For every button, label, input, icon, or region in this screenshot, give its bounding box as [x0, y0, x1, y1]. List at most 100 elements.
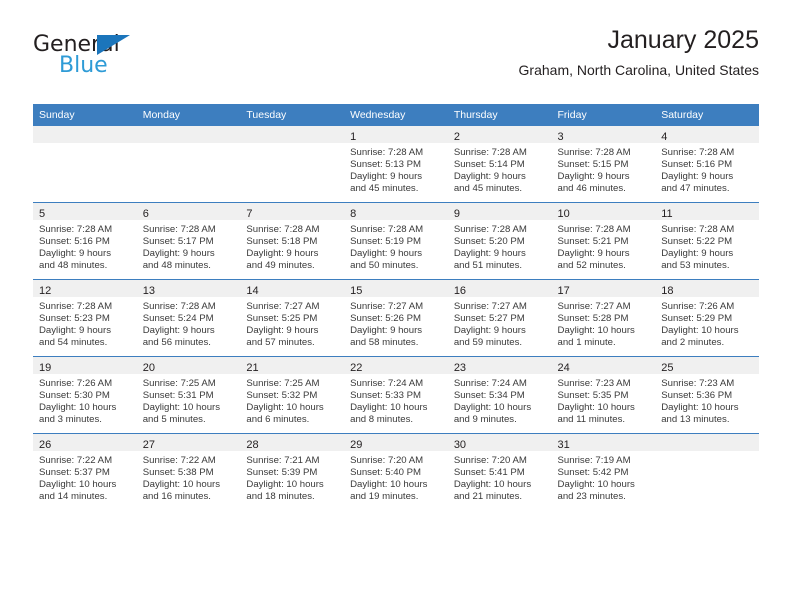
- general-blue-logo[interactable]: General Blue: [33, 34, 233, 90]
- daylight-text-line1: Daylight: 10 hours: [142, 479, 221, 491]
- calendar-day-cell[interactable]: 18 Sunrise: 7:26 AM Sunset: 5:29 PM Dayligh…: [655, 279, 759, 357]
- calendar-day-cell[interactable]: 22 Sunrise: 7:24 AM Sunset: 5:33 PM Dayligh…: [344, 356, 448, 434]
- daylight-text-line2: and 18 minutes.: [246, 491, 315, 503]
- calendar-week-row: 19 Sunrise: 7:26 AM Sunset: 5:30 PM Dayligh…: [33, 356, 759, 434]
- day-number: 11: [661, 208, 673, 220]
- calendar-day-cell[interactable]: 25 Sunrise: 7:23 AM Sunset: 5:36 PM Dayligh…: [655, 356, 759, 434]
- sunset-text: Sunset: 5:41 PM: [453, 467, 525, 479]
- sunrise-text: Sunrise: 7:21 AM: [246, 455, 320, 466]
- daylight-text-line2: and 53 minutes.: [661, 260, 730, 272]
- calendar-day-cell-empty: [240, 126, 345, 203]
- day-number-band: 7: [240, 203, 345, 220]
- calendar-day-cell-empty: [655, 433, 759, 510]
- calendar-day-cell[interactable]: 4 Sunrise: 7:28 AM Sunset: 5:16 PM Daylight…: [655, 126, 759, 203]
- daylight-text-line2: and 48 minutes.: [39, 260, 108, 272]
- day-number-band: 24: [551, 357, 656, 374]
- day-details: Sunrise: 7:23 AM Sunset: 5:35 PM Daylight:…: [552, 374, 656, 426]
- day-details: Sunrise: 7:23 AM Sunset: 5:36 PM Daylight:…: [655, 374, 759, 426]
- sunset-text: Sunset: 5:27 PM: [453, 313, 525, 325]
- day-details: Sunrise: 7:28 AM Sunset: 5:23 PM Daylight:…: [33, 297, 137, 349]
- page-header: General Blue January 2025 Graham, North …: [33, 26, 759, 98]
- calendar-day-cell[interactable]: 20 Sunrise: 7:25 AM Sunset: 5:31 PM Dayligh…: [136, 356, 241, 434]
- calendar-day-cell[interactable]: 13 Sunrise: 7:28 AM Sunset: 5:24 PM Dayligh…: [136, 279, 241, 357]
- day-number-band: 4: [655, 126, 759, 143]
- sunset-text: Sunset: 5:36 PM: [661, 390, 733, 402]
- calendar-day-cell[interactable]: 30 Sunrise: 7:20 AM Sunset: 5:41 PM Dayligh…: [447, 433, 552, 510]
- daylight-text-line1: Daylight: 9 hours: [39, 325, 111, 337]
- day-number: 1: [350, 131, 357, 143]
- sunset-text: Sunset: 5:26 PM: [350, 313, 422, 325]
- day-number: 19: [39, 362, 52, 374]
- weekday-header-friday: Friday: [551, 104, 656, 126]
- calendar-day-cell[interactable]: 17 Sunrise: 7:27 AM Sunset: 5:28 PM Dayligh…: [551, 279, 656, 357]
- calendar-day-cell[interactable]: 10 Sunrise: 7:28 AM Sunset: 5:21 PM Dayligh…: [551, 202, 656, 280]
- day-number: 6: [142, 208, 149, 220]
- calendar-day-cell[interactable]: 23 Sunrise: 7:24 AM Sunset: 5:34 PM Dayligh…: [447, 356, 552, 434]
- daylight-text-line2: and 5 minutes.: [142, 414, 206, 426]
- calendar-day-cell[interactable]: 16 Sunrise: 7:27 AM Sunset: 5:27 PM Dayligh…: [447, 279, 552, 357]
- calendar-day-cell[interactable]: 31 Sunrise: 7:19 AM Sunset: 5:42 PM Dayligh…: [551, 433, 656, 510]
- daylight-text-line1: Daylight: 9 hours: [350, 171, 423, 183]
- day-number: 8: [350, 208, 357, 220]
- calendar-day-cell[interactable]: 9 Sunrise: 7:28 AM Sunset: 5:20 PM Daylight…: [447, 202, 552, 280]
- daylight-text-line1: Daylight: 9 hours: [350, 325, 423, 337]
- calendar-day-cell[interactable]: 6 Sunrise: 7:28 AM Sunset: 5:17 PM Daylight…: [136, 202, 241, 280]
- daylight-text-line1: Daylight: 10 hours: [350, 479, 428, 491]
- calendar-day-cell[interactable]: 5 Sunrise: 7:28 AM Sunset: 5:16 PM Daylight…: [33, 202, 137, 280]
- calendar-day-cell[interactable]: 3 Sunrise: 7:28 AM Sunset: 5:15 PM Daylight…: [551, 126, 656, 203]
- daylight-text-line1: Daylight: 9 hours: [557, 171, 630, 183]
- calendar-day-cell[interactable]: 19 Sunrise: 7:26 AM Sunset: 5:30 PM Dayligh…: [33, 356, 137, 434]
- sunrise-text: Sunrise: 7:20 AM: [350, 455, 424, 466]
- calendar-day-cell[interactable]: 1 Sunrise: 7:28 AM Sunset: 5:13 PM Daylight…: [344, 126, 448, 203]
- sunrise-text: Sunrise: 7:23 AM: [557, 378, 631, 389]
- sunrise-text: Sunrise: 7:24 AM: [350, 378, 424, 389]
- sunrise-text: Sunrise: 7:20 AM: [453, 455, 527, 466]
- calendar-day-cell[interactable]: 29 Sunrise: 7:20 AM Sunset: 5:40 PM Dayligh…: [344, 433, 448, 510]
- calendar-day-cell[interactable]: 7 Sunrise: 7:28 AM Sunset: 5:18 PM Daylight…: [240, 202, 345, 280]
- day-number-band: 29: [344, 434, 448, 451]
- weekday-header-monday: Monday: [136, 104, 241, 126]
- sunset-text: Sunset: 5:29 PM: [661, 313, 733, 325]
- day-details: Sunrise: 7:24 AM Sunset: 5:33 PM Daylight:…: [344, 374, 448, 426]
- calendar-day-cell[interactable]: 2 Sunrise: 7:28 AM Sunset: 5:14 PM Daylight…: [447, 126, 552, 203]
- title-block: January 2025 Graham, North Carolina, Uni…: [519, 26, 759, 79]
- calendar-day-cell[interactable]: 26 Sunrise: 7:22 AM Sunset: 5:37 PM Dayligh…: [33, 433, 137, 510]
- calendar-table: Sunday Monday Tuesday Wednesday Thursday…: [33, 104, 759, 510]
- day-number: 29: [350, 439, 363, 451]
- day-details: Sunrise: 7:28 AM Sunset: 5:14 PM Daylight:…: [448, 143, 552, 195]
- calendar-day-cell[interactable]: 11 Sunrise: 7:28 AM Sunset: 5:22 PM Dayligh…: [655, 202, 759, 280]
- day-number: 12: [39, 285, 52, 297]
- day-number-band: [136, 126, 241, 143]
- calendar-day-cell[interactable]: 14 Sunrise: 7:27 AM Sunset: 5:25 PM Dayligh…: [240, 279, 345, 357]
- calendar-day-cell[interactable]: 12 Sunrise: 7:28 AM Sunset: 5:23 PM Dayligh…: [33, 279, 137, 357]
- daylight-text-line2: and 6 minutes.: [246, 414, 310, 426]
- sunrise-text: Sunrise: 7:25 AM: [142, 378, 216, 389]
- daylight-text-line2: and 9 minutes.: [453, 414, 517, 426]
- daylight-text-line1: Daylight: 10 hours: [246, 479, 324, 491]
- day-number-band: 8: [344, 203, 448, 220]
- day-number: 9: [453, 208, 460, 220]
- calendar-day-cell[interactable]: 24 Sunrise: 7:23 AM Sunset: 5:35 PM Dayligh…: [551, 356, 656, 434]
- day-number: 15: [350, 285, 363, 297]
- day-details: Sunrise: 7:26 AM Sunset: 5:29 PM Daylight:…: [655, 297, 759, 349]
- day-number-band: 31: [551, 434, 656, 451]
- sunset-text: Sunset: 5:33 PM: [350, 390, 422, 402]
- day-details: Sunrise: 7:28 AM Sunset: 5:22 PM Daylight:…: [655, 220, 759, 272]
- calendar-day-cell[interactable]: 15 Sunrise: 7:27 AM Sunset: 5:26 PM Dayligh…: [344, 279, 448, 357]
- calendar-day-cell[interactable]: 28 Sunrise: 7:21 AM Sunset: 5:39 PM Dayligh…: [240, 433, 345, 510]
- daylight-text-line1: Daylight: 10 hours: [39, 402, 117, 414]
- calendar-day-cell[interactable]: 8 Sunrise: 7:28 AM Sunset: 5:19 PM Daylight…: [344, 202, 448, 280]
- calendar-page: General Blue January 2025 Graham, North …: [0, 0, 792, 612]
- day-details: Sunrise: 7:22 AM Sunset: 5:37 PM Daylight:…: [33, 451, 137, 503]
- calendar-day-cell[interactable]: 27 Sunrise: 7:22 AM Sunset: 5:38 PM Dayligh…: [136, 433, 241, 510]
- calendar-week-row: 5 Sunrise: 7:28 AM Sunset: 5:16 PM Daylight…: [33, 202, 759, 280]
- calendar-day-cell-empty: [33, 126, 137, 203]
- day-number-band: 1: [344, 126, 448, 143]
- daylight-text-line2: and 49 minutes.: [246, 260, 315, 272]
- calendar-day-cell[interactable]: 21 Sunrise: 7:25 AM Sunset: 5:32 PM Dayligh…: [240, 356, 345, 434]
- day-details: Sunrise: 7:28 AM Sunset: 5:21 PM Daylight:…: [552, 220, 656, 272]
- day-number: 20: [142, 362, 155, 374]
- day-number-band: 19: [33, 357, 137, 374]
- day-details: Sunrise: 7:27 AM Sunset: 5:25 PM Daylight:…: [240, 297, 344, 349]
- calendar-body: 1 Sunrise: 7:28 AM Sunset: 5:13 PM Daylight…: [33, 126, 759, 510]
